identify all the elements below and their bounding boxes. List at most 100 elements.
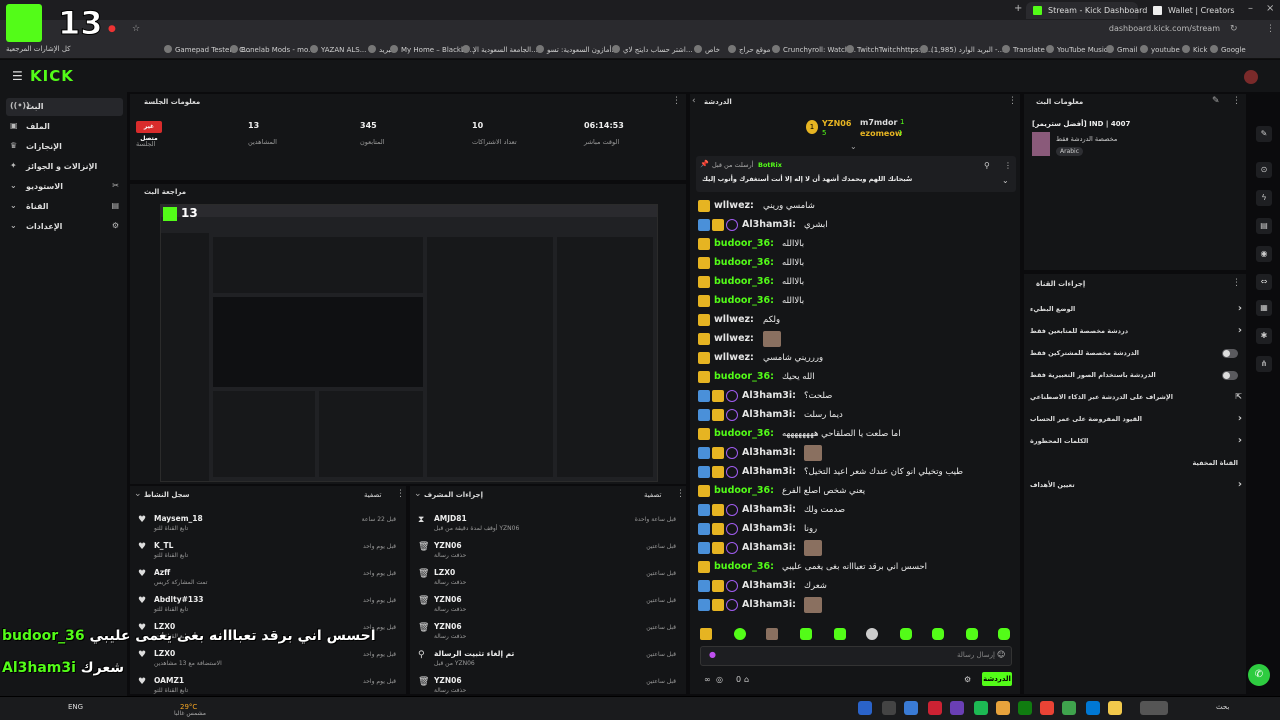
bookmark-all[interactable]: كل الإشارات المرجعية xyxy=(6,45,71,53)
more-options-icon[interactable]: ⋮ xyxy=(396,489,405,499)
close-window-icon[interactable]: × xyxy=(1266,3,1274,14)
mod-target[interactable]: YZN06 xyxy=(434,676,462,685)
sidebar-item-profile[interactable]: ▣ الملف xyxy=(6,118,123,136)
category-name[interactable]: مخصصة الدردشة فقط xyxy=(1056,135,1117,143)
chat-send-button[interactable]: الدردشة xyxy=(982,672,1012,686)
chat-message[interactable]: Al3ham3i: xyxy=(698,540,1016,558)
sidebar-item-channel[interactable]: ⌄ القناة ▤ xyxy=(6,198,123,216)
chevron-left-icon[interactable]: ‹ xyxy=(692,96,696,106)
more-options-icon[interactable]: ⋮ xyxy=(1008,96,1017,106)
chat-username[interactable]: budoor_36: xyxy=(714,257,774,268)
chevron-down-icon[interactable]: ⌄ xyxy=(414,489,422,499)
list-item[interactable]: 🗑 LZX0 حذفت رسالة قبل ساعتين xyxy=(416,566,682,592)
chat-username[interactable]: budoor_36: xyxy=(714,561,774,572)
chat-message[interactable]: Al3ham3i: صلحت؟ xyxy=(698,388,1016,406)
bookmark-item[interactable]: اشتر حساب دايتج لاي... xyxy=(612,45,693,54)
bolt-icon[interactable]: ϟ xyxy=(1256,190,1272,206)
taskbar-app-icon[interactable] xyxy=(1040,701,1054,715)
chat-message[interactable]: budoor_36: بالاالله xyxy=(698,255,1016,273)
emote-icon[interactable] xyxy=(800,628,812,640)
chat-username[interactable]: Al3ham3i: xyxy=(742,219,796,230)
toggle-switch[interactable] xyxy=(1222,371,1238,380)
chat-username[interactable]: budoor_36: xyxy=(714,276,774,287)
bookmark-item[interactable]: YAZAN ALS... xyxy=(310,45,366,54)
bookmark-item[interactable]: Gmail xyxy=(1106,45,1137,54)
chat-message[interactable]: Al3ham3i: شعرك xyxy=(698,578,1016,596)
chat-message[interactable]: Al3ham3i: صدمت ولك xyxy=(698,502,1016,520)
chat-username[interactable]: Al3ham3i: xyxy=(742,466,796,477)
chat-message[interactable]: budoor_36: بالاالله xyxy=(698,274,1016,292)
chat-message[interactable]: wllwez: وررريني شامسي xyxy=(698,350,1016,368)
mod-target[interactable]: LZX0 xyxy=(434,568,455,577)
mod-target[interactable]: YZN06 xyxy=(434,541,462,550)
chat-message[interactable]: Al3ham3i: ابشري xyxy=(698,217,1016,235)
more-options-icon[interactable]: ⋮ xyxy=(676,489,685,499)
edit-icon[interactable]: ✎ xyxy=(1212,96,1220,106)
chat-username[interactable]: budoor_36: xyxy=(714,428,774,439)
taskbar-app-icon[interactable] xyxy=(1018,701,1032,715)
sidebar-item-studio[interactable]: ⌄ الاستوديو ✂ xyxy=(6,178,123,196)
hamburger-menu-icon[interactable]: ☰ xyxy=(12,69,23,83)
bookmark-item[interactable]: Crunchyroll: Watch... xyxy=(772,45,856,54)
taskbar-app-icon[interactable] xyxy=(858,701,872,715)
chat-username[interactable]: wllwez: xyxy=(714,200,754,211)
taskbar-app-icon[interactable] xyxy=(904,701,918,715)
bookmark-item[interactable]: خاص xyxy=(694,45,720,54)
chat-message[interactable]: budoor_36: الله يحيك xyxy=(698,369,1016,387)
bookmark-item[interactable]: الجامعة السعودية الإ... xyxy=(462,45,538,54)
taskbar-app-icon[interactable] xyxy=(974,701,988,715)
bookmark-item[interactable]: Bonelab Mods - mo... xyxy=(230,45,315,54)
bookmark-item[interactable]: Translate xyxy=(1002,45,1045,54)
new-tab-icon[interactable]: + xyxy=(1014,3,1022,14)
mod-target[interactable]: تم إلغاء تثبيت الرسالة xyxy=(434,649,514,658)
stream-preview-video[interactable]: 13 xyxy=(160,204,658,482)
pinned-user[interactable]: BotRix xyxy=(758,161,782,169)
sidebar-item-achievements[interactable]: ♛ الإنجازات xyxy=(6,138,123,156)
link-icon[interactable]: ⇔ xyxy=(1256,274,1272,290)
bookmark-item[interactable]: (1,985) البريد الوارد -... xyxy=(920,45,1004,54)
avatar[interactable] xyxy=(1244,70,1258,84)
chat-username[interactable]: wllwez: xyxy=(714,352,754,363)
chat-message[interactable]: budoor_36: احسس اني برقد تعبااانه بغى يغم… xyxy=(698,559,1016,577)
taskbar-app-icon[interactable] xyxy=(1086,701,1100,715)
share-icon[interactable]: ⋔ xyxy=(1256,356,1272,372)
chat-username[interactable]: budoor_36: xyxy=(714,295,774,306)
tab-wallet[interactable]: Wallet | Creators xyxy=(1146,2,1236,19)
kick-logo[interactable]: KICK xyxy=(30,67,74,85)
bookmark-item[interactable]: youtube xyxy=(1140,45,1180,54)
bookmark-item[interactable]: أمازون السعودية: تسو... xyxy=(536,45,618,54)
channel-action-item[interactable]: تعيين الأهداف › xyxy=(1030,478,1242,494)
activity-user[interactable]: OAMZ1 xyxy=(154,676,184,685)
chat-message[interactable]: budoor_36: يعني شخص اصلع الفرع xyxy=(698,483,1016,501)
mic-icon[interactable]: ● xyxy=(709,650,716,659)
top-gifter-name[interactable]: YZN06 xyxy=(822,119,851,128)
minimize-icon[interactable]: – xyxy=(1248,3,1253,14)
wrench-icon[interactable]: ✱ xyxy=(1256,328,1272,344)
channel-action-item[interactable]: القيود المفروضة على عمر الحساب › xyxy=(1030,412,1242,428)
chat-message[interactable]: wllwez: xyxy=(698,331,1016,349)
bookmark-item[interactable]: Google xyxy=(1210,45,1246,54)
browser-menu-icon[interactable]: ⋮ xyxy=(1266,24,1275,34)
emote-icon[interactable] xyxy=(900,628,912,640)
bookmark-item[interactable]: Kick xyxy=(1182,45,1207,54)
more-options-icon[interactable]: ⋮ xyxy=(672,96,681,106)
chat-username[interactable]: Al3ham3i: xyxy=(742,447,796,458)
mod-target[interactable]: YZN06 xyxy=(434,595,462,604)
chevron-down-icon[interactable]: ⌄ xyxy=(1002,176,1009,185)
emote-icon[interactable] xyxy=(834,628,846,640)
list-item[interactable]: 🗑 YZN06 حذفت رسالة قبل ساعتين xyxy=(416,593,682,619)
chat-message[interactable]: Al3ham3i: ديما رسلت xyxy=(698,407,1016,425)
unpin-icon[interactable]: ⚲ xyxy=(984,161,990,170)
taskbar-app-icon[interactable] xyxy=(1140,701,1168,715)
bookmark-item[interactable]: YouTube Music xyxy=(1046,45,1108,54)
layout-icon[interactable]: ▦ xyxy=(1256,300,1272,316)
chat-message[interactable]: wllwez: ولكم xyxy=(698,312,1016,330)
chat-username[interactable]: budoor_36: xyxy=(714,371,774,382)
chat-settings-icon[interactable]: ⚙ xyxy=(964,675,971,684)
list-item[interactable]: ♥ Azff تمت المشاركة كريس قبل يوم واحد xyxy=(136,566,402,592)
pencil-icon[interactable]: ✎ xyxy=(1256,126,1272,142)
sidebar-item-stream[interactable]: ((•)) البث xyxy=(6,98,123,116)
channel-action-item[interactable]: الوضع البطيء › xyxy=(1030,302,1242,318)
list-item[interactable]: ⧗ AMJD81 أوقف لمدة دقيقة من قبل YZN06 قبل س… xyxy=(416,512,682,538)
mod-target[interactable]: AMJD81 xyxy=(434,514,467,523)
